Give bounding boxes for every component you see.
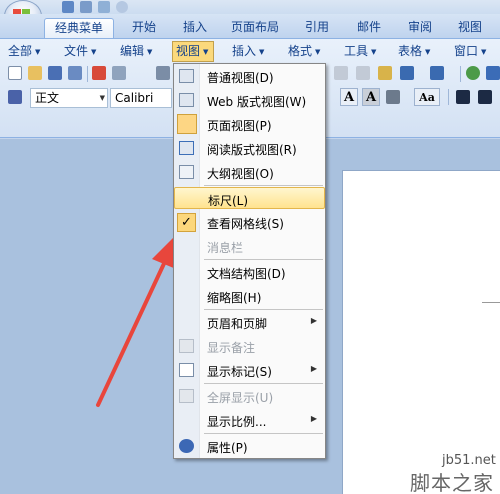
tab-references[interactable]: 引用 [297, 18, 337, 38]
menu-view[interactable]: 视图 ▼ [176, 42, 208, 60]
watermark-url: jb51.net [442, 453, 496, 468]
outline-view-icon [179, 165, 194, 179]
tab-view[interactable]: 视图 [450, 18, 490, 38]
web-view-icon [179, 93, 194, 107]
menu-item-ruler[interactable]: 标尺(L) [174, 187, 325, 209]
menu-item-outline-view[interactable]: 大纲视图(O) [174, 161, 325, 183]
permission-icon[interactable] [68, 66, 82, 80]
menu-item-document-map[interactable]: 文档结构图(D) [174, 261, 325, 283]
submenu-arrow-icon: ▶ [310, 364, 317, 373]
style-combo[interactable]: 正文 ▼ [30, 88, 108, 108]
save-icon[interactable] [62, 1, 74, 13]
markup-icon [179, 363, 194, 377]
menu-separator [204, 185, 323, 186]
fullscreen-icon [179, 389, 194, 403]
toolbar-separator [460, 66, 461, 82]
menu-item-full-screen[interactable]: 全屏显示(U) [174, 385, 325, 407]
redo-icon[interactable] [98, 1, 110, 13]
align-left-icon[interactable] [456, 90, 470, 104]
menu-separator [204, 433, 323, 434]
paste-icon[interactable] [356, 66, 370, 80]
notes-icon [179, 339, 194, 353]
menu-item-show-markup[interactable]: 显示标记(S) ▶ [174, 359, 325, 381]
open-folder-icon[interactable] [28, 66, 42, 80]
menu-item-message-bar[interactable]: 消息栏 [174, 235, 325, 257]
format-painter-icon[interactable] [378, 66, 392, 80]
undo-toolbar-icon[interactable] [400, 66, 414, 80]
menu-file[interactable]: 文件 ▼ [64, 42, 96, 60]
tab-page-layout[interactable]: 页面布局 [222, 18, 288, 38]
tab-insert[interactable]: 插入 [175, 18, 215, 38]
shrink-font-button[interactable]: A [362, 88, 380, 106]
menu-item-show-notes[interactable]: 显示备注 [174, 335, 325, 357]
print-icon[interactable] [112, 66, 126, 80]
hyperlink-icon[interactable] [466, 66, 480, 80]
menu-separator [204, 383, 323, 384]
normal-view-icon [179, 69, 194, 83]
menu-item-thumbnails[interactable]: 缩略图(H) [174, 285, 325, 307]
qat-more-icon[interactable] [116, 1, 128, 13]
tab-mailings[interactable]: 邮件 [349, 18, 389, 38]
styles-icon[interactable] [8, 90, 22, 104]
properties-icon [179, 439, 194, 453]
menu-separator [204, 309, 323, 310]
tab-review[interactable]: 审阅 [400, 18, 440, 38]
menu-item-page-view[interactable]: 页面视图(P) [174, 113, 325, 135]
menu-edit[interactable]: 编辑 ▼ [120, 42, 152, 60]
tab-home[interactable]: 开始 [124, 18, 164, 38]
submenu-arrow-icon: ▶ [310, 414, 317, 423]
table-icon[interactable] [486, 66, 500, 80]
copy-icon[interactable] [334, 66, 348, 80]
toolbar-separator [87, 66, 88, 82]
menu-item-web-view[interactable]: Web 版式视图(W) [174, 89, 325, 111]
font-combo[interactable]: Calibri (西文 [110, 88, 172, 108]
print-preview-icon[interactable] [92, 66, 106, 80]
page-view-icon [177, 114, 197, 134]
toolbar-separator [448, 89, 449, 105]
printer-icon[interactable] [156, 66, 170, 80]
redo-toolbar-icon[interactable] [430, 66, 444, 80]
menu-item-properties[interactable]: 属性(P) [174, 435, 325, 457]
new-document-icon[interactable] [8, 66, 22, 80]
tab-classic-menu[interactable]: 经典菜单 [44, 18, 114, 38]
menu-window[interactable]: 窗口 ▼ [454, 42, 486, 60]
menu-format[interactable]: 格式 ▼ [288, 42, 320, 60]
document-page[interactable] [342, 170, 500, 494]
align-justify-icon[interactable] [478, 90, 492, 104]
menu-table[interactable]: 表格 ▼ [398, 42, 430, 60]
menu-all[interactable]: 全部 ▼ [8, 42, 40, 60]
save-disk-icon[interactable] [48, 66, 62, 80]
watermark-name: 脚本之家 [410, 471, 494, 494]
submenu-arrow-icon: ▶ [310, 316, 317, 325]
reading-view-icon [179, 141, 194, 155]
menu-item-zoom[interactable]: 显示比例... ▶ [174, 409, 325, 431]
change-case-icon[interactable] [386, 90, 400, 104]
menu-separator [204, 259, 323, 260]
undo-icon[interactable] [80, 1, 92, 13]
menu-item-normal-view[interactable]: 普通视图(D) [174, 65, 325, 87]
page-rule-line [482, 302, 500, 303]
grow-font-button[interactable]: A [340, 88, 358, 106]
menu-item-header-footer[interactable]: 页眉和页脚 ▶ [174, 311, 325, 333]
font-case-button[interactable]: Aa [414, 88, 440, 106]
menu-item-gridlines[interactable]: ✓ 查看网格线(S) [174, 211, 325, 233]
checkmark-icon: ✓ [177, 213, 196, 232]
menu-tools[interactable]: 工具 ▼ [344, 42, 376, 60]
menu-item-reading-view[interactable]: 阅读版式视图(R) [174, 137, 325, 159]
menu-insert[interactable]: 插入 ▼ [232, 42, 264, 60]
